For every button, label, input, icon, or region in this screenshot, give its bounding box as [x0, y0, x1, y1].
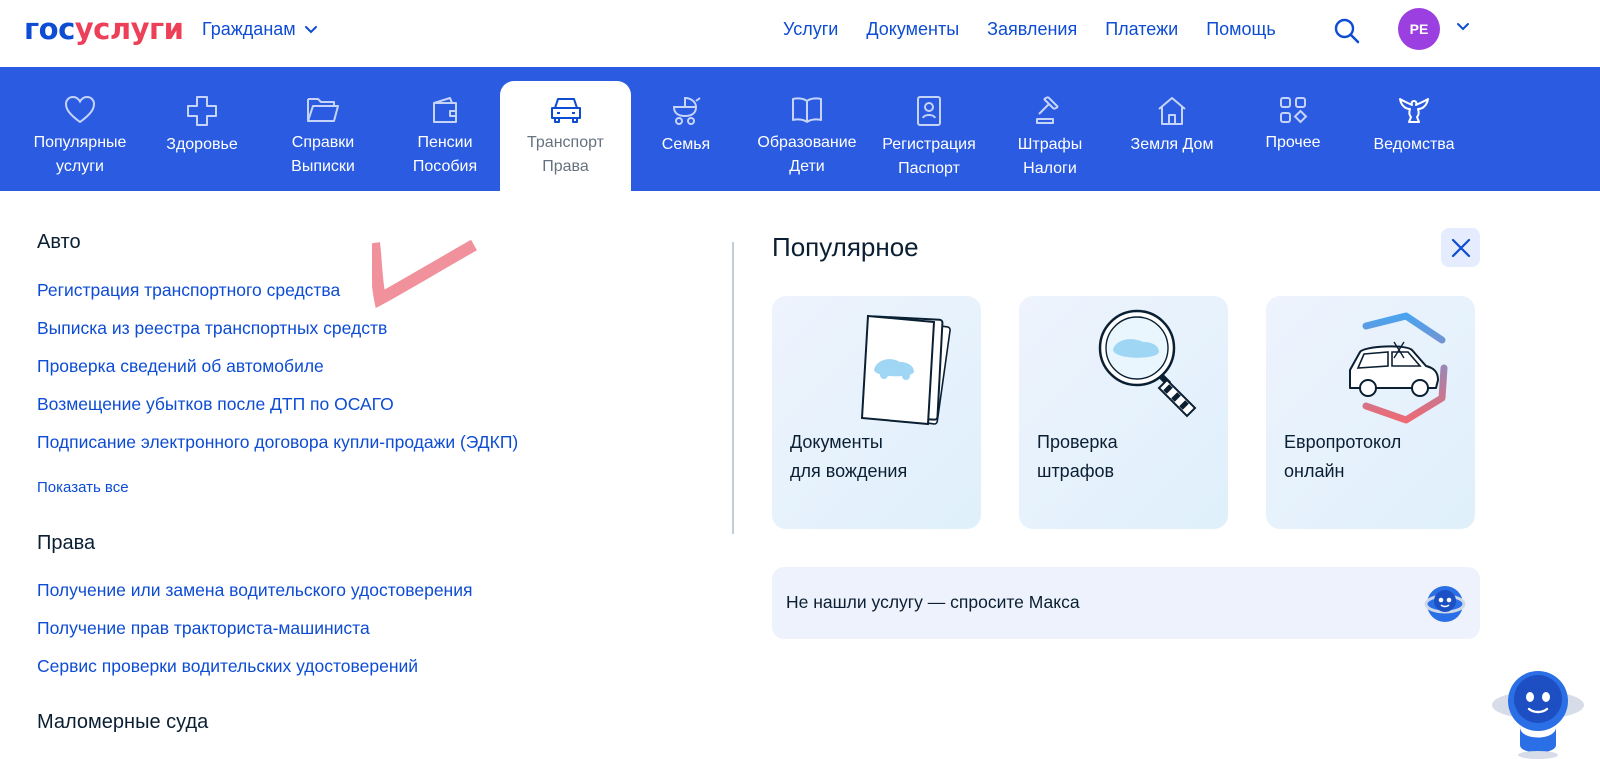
passport-icon: [917, 96, 941, 126]
category-agencies[interactable]: Ведомства: [1352, 81, 1476, 191]
category-label: Налоги: [1023, 160, 1077, 177]
link-driver-license[interactable]: Получение или замена водительского удост…: [37, 580, 472, 601]
category-label: Образование: [757, 134, 857, 151]
close-button[interactable]: [1441, 228, 1480, 267]
category-label: Права: [542, 158, 589, 175]
column-divider: [732, 242, 734, 534]
nav-services[interactable]: Услуги: [783, 19, 838, 40]
gavel-icon: [1036, 96, 1059, 124]
category-label: Справки: [291, 134, 355, 151]
category-label: Паспорт: [898, 160, 960, 177]
card-label-line2: штрафов: [1037, 461, 1115, 481]
card-europrotocol[interactable]: Европротокол онлайн: [1266, 296, 1475, 529]
link-edkp-contract[interactable]: Подписание электронного договора купли-п…: [37, 432, 518, 453]
link-car-check[interactable]: Проверка сведений об автомобиле: [37, 356, 324, 377]
robot-assistant-icon[interactable]: [1490, 665, 1586, 759]
category-label: Популярные: [33, 134, 127, 151]
nav-documents[interactable]: Документы: [866, 19, 959, 40]
top-nav: Услуги Документы Заявления Платежи Помощ…: [783, 19, 1304, 40]
nav-payments[interactable]: Платежи: [1105, 19, 1178, 40]
card-check-fines[interactable]: Проверка штрафов: [1019, 296, 1228, 529]
card-label: Европротокол онлайн: [1284, 428, 1464, 486]
card-label: Документы для вождения: [790, 428, 970, 486]
search-button[interactable]: [1333, 17, 1361, 45]
category-label: Дети: [789, 158, 825, 175]
nav-applications[interactable]: Заявления: [987, 19, 1077, 40]
magnifier-icon: [1098, 309, 1197, 418]
category-family[interactable]: Семья: [624, 81, 748, 191]
category-label: Земля Дом: [1130, 136, 1214, 153]
car-icon: [550, 98, 581, 123]
category-certificates[interactable]: Справки Выписки: [261, 81, 385, 191]
category-transport[interactable]: Транспорт Права: [500, 81, 631, 191]
chevron-down-icon: [304, 25, 317, 33]
category-health[interactable]: Здоровье: [140, 81, 264, 191]
avatar[interactable]: РЕ: [1398, 8, 1440, 50]
house-icon: [1158, 97, 1186, 125]
category-fines[interactable]: Штрафы Налоги: [988, 81, 1112, 191]
audience-label: Гражданам: [202, 19, 296, 39]
card-label: Проверка штрафов: [1037, 428, 1217, 486]
category-label: Прочее: [1265, 134, 1321, 151]
nav-help[interactable]: Помощь: [1206, 19, 1276, 40]
category-label: Выписки: [291, 158, 355, 175]
category-label: Семья: [661, 136, 711, 153]
link-tractor-license[interactable]: Получение прав тракториста-машиниста: [37, 618, 370, 639]
show-all-link[interactable]: Показать все: [37, 479, 129, 496]
category-label: Регистрация: [882, 136, 976, 153]
car-outline-icon: [1349, 312, 1448, 424]
link-vehicle-registration[interactable]: Регистрация транспортного средства: [37, 280, 340, 301]
category-bar: Популярные услуги Здоровье Справки Выпис…: [0, 67, 1600, 191]
category-land-house[interactable]: Земля Дом: [1110, 81, 1234, 191]
link-vehicle-register-extract[interactable]: Выписка из реестра транспортных средств: [37, 318, 387, 339]
category-registration[interactable]: Регистрация Паспорт: [867, 81, 991, 191]
ask-max-banner[interactable]: Не нашли услугу — спросите Макса: [772, 567, 1480, 639]
close-icon: [1451, 238, 1470, 257]
card-label-line2: онлайн: [1284, 461, 1345, 481]
card-label-line1: Документы: [790, 432, 883, 452]
category-label: Транспорт: [527, 134, 604, 151]
section-title-boats: Маломерные суда: [37, 711, 209, 733]
link-license-check-service[interactable]: Сервис проверки водительских удостоверен…: [37, 656, 418, 677]
logo-part2: услуги: [74, 12, 184, 46]
section-title-auto: Авто: [37, 231, 81, 253]
card-driving-documents[interactable]: Документы для вождения: [772, 296, 981, 529]
category-label: Здоровье: [166, 136, 238, 153]
card-label-line1: Проверка: [1037, 432, 1118, 452]
category-education[interactable]: Образование Дети: [745, 81, 869, 191]
category-label: Пенсии: [417, 134, 473, 151]
category-label: Пособия: [412, 158, 478, 175]
folder-icon: [307, 98, 339, 122]
header: госуслуги Гражданам Услуги Документы Зая…: [0, 0, 1600, 67]
card-label-line1: Европротокол: [1284, 432, 1402, 452]
logo-part1: гос: [24, 12, 75, 46]
checkmark-annotation: [372, 239, 477, 309]
grid-icon: [1280, 97, 1308, 124]
robot-assistant-icon: [1424, 586, 1466, 622]
book-icon: [792, 97, 822, 123]
stroller-icon: [672, 96, 701, 125]
audience-dropdown[interactable]: Гражданам: [202, 19, 318, 40]
ask-max-text: Не нашли услугу — спросите Макса: [786, 592, 1080, 612]
category-other[interactable]: Прочее: [1231, 81, 1355, 191]
chevron-down-icon[interactable]: [1456, 22, 1470, 32]
category-label: Штрафы: [1017, 136, 1083, 153]
heart-icon: [64, 95, 96, 124]
gosuslugi-logo[interactable]: госуслуги: [24, 12, 184, 46]
search-icon: [1334, 18, 1360, 44]
popular-title: Популярное: [772, 232, 919, 262]
wallet-icon: [433, 97, 457, 123]
section-title-rights: Права: [37, 532, 96, 554]
medical-cross-icon: [187, 96, 217, 126]
category-label: услуги: [56, 158, 104, 175]
card-label-line2: для вождения: [790, 461, 908, 481]
eagle-icon: [1399, 98, 1429, 123]
link-osago-compensation[interactable]: Возмещение убытков после ДТП по ОСАГО: [37, 394, 394, 415]
category-popular[interactable]: Популярные услуги: [18, 81, 142, 191]
category-label: Ведомства: [1373, 136, 1455, 153]
documents-icon: [860, 314, 951, 426]
category-pensions[interactable]: Пенсии Пособия: [383, 81, 507, 191]
